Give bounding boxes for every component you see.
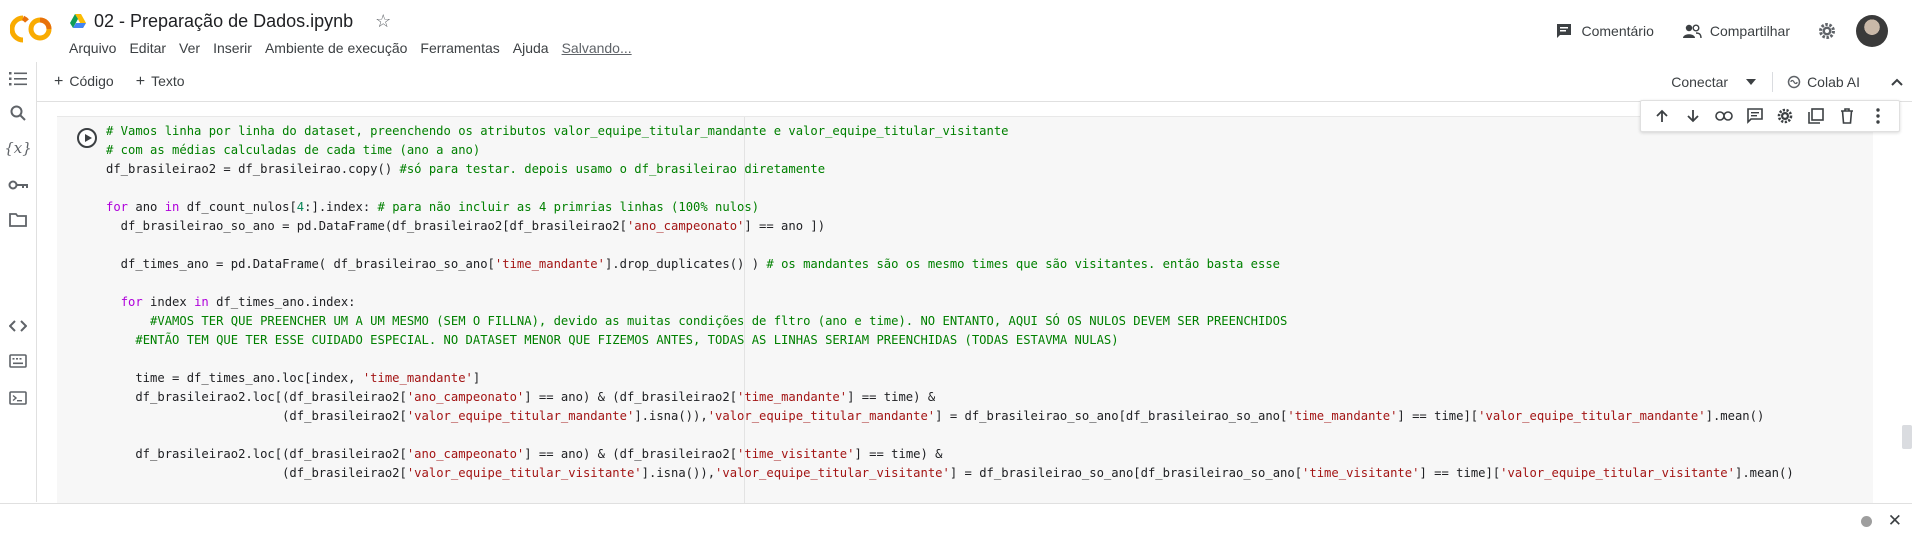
code-line[interactable]: # com as médias calculadas de cada time … [106,141,1794,160]
star-icon[interactable]: ☆ [375,11,391,32]
notebook-body: # Vamos linha por linha do dataset, pree… [37,103,1912,517]
variables-icon[interactable]: {x} [4,138,32,158]
chevron-up-icon[interactable] [1882,73,1912,91]
menu-inserir[interactable]: Inserir [213,38,252,58]
code-line[interactable]: #VAMOS TER QUE PREENCHER UM A UM MESMO (… [106,312,1794,331]
header: 02 - Preparação de Dados.ipynb ☆ Arquivo… [0,0,1912,62]
terminal-icon[interactable] [8,388,28,408]
key-icon[interactable] [8,175,28,195]
doc-title-row: 02 - Preparação de Dados.ipynb ☆ [70,8,391,34]
doc-title[interactable]: 02 - Preparação de Dados.ipynb [94,11,353,32]
plus-icon: + [135,73,146,90]
cell-toolbar [1640,100,1900,132]
left-rail: {x} [0,62,36,502]
people-icon [1682,24,1702,39]
colab-logo[interactable] [10,14,54,44]
code-cell[interactable]: # Vamos linha por linha do dataset, pree… [57,116,1873,517]
code-editor[interactable]: # Vamos linha por linha do dataset, pree… [106,122,1794,483]
code-line[interactable]: (df_brasileirao2['valor_equipe_titular_v… [106,464,1794,483]
colab-ai-icon [1787,75,1801,89]
move-down-icon[interactable] [1683,106,1703,126]
connect-button[interactable]: Conectar [1671,72,1774,92]
folder-icon[interactable] [8,210,28,230]
settings-button[interactable] [1818,22,1836,40]
code-line[interactable] [106,426,1794,445]
code-line[interactable] [106,179,1794,198]
add-text-button[interactable]: + Texto [136,73,185,91]
code-line[interactable]: #ENTÃO TEM QUE TER ESSE CUIDADO ESPECIAL… [106,331,1794,350]
menu-ambiente[interactable]: Ambiente de execução [265,38,407,58]
colab-window: 02 - Preparação de Dados.ipynb ☆ Arquivo… [0,0,1912,537]
notebook-toolbar: + Código + Texto Conectar Colab AI [37,62,1912,102]
google-drive-icon[interactable] [70,14,86,28]
code-line[interactable]: # Vamos linha por linha do dataset, pree… [106,122,1794,141]
saving-status[interactable]: Salvando... [562,38,632,58]
search-icon[interactable] [8,103,28,123]
code-line[interactable]: time = df_times_ano.loc[index, 'time_man… [106,369,1794,388]
status-bar: ✕ [0,503,1912,537]
gear-icon [1819,23,1835,39]
status-indicator [1861,516,1872,527]
colab-ai-label: Colab AI [1807,74,1860,90]
comment-icon [1557,24,1572,38]
link-icon[interactable] [1714,106,1734,126]
mirror-cell-icon[interactable] [1806,106,1826,126]
code-line[interactable]: for ano in df_count_nulos[4:].index: # p… [106,198,1794,217]
code-line[interactable] [106,350,1794,369]
delete-icon[interactable] [1837,106,1857,126]
menu-arquivo[interactable]: Arquivo [69,38,116,58]
avatar[interactable] [1856,15,1888,47]
menu-ferramentas[interactable]: Ferramentas [420,38,499,58]
code-line[interactable]: for index in df_times_ano.index: [106,293,1794,312]
code-line[interactable] [106,236,1794,255]
code-line[interactable] [106,274,1794,293]
connect-label: Conectar [1671,74,1729,90]
move-up-icon[interactable] [1652,106,1672,126]
comment-label: Comentário [1581,23,1654,39]
gear-icon[interactable] [1775,106,1795,126]
add-text-label: Texto [151,73,185,89]
code-line[interactable]: (df_brasileirao2['valor_equipe_titular_m… [106,407,1794,426]
plus-icon: + [54,73,64,90]
share-label: Compartilhar [1709,23,1790,39]
scrollbar-thumb[interactable] [1902,425,1912,449]
code-line[interactable]: df_brasileirao_so_ano = pd.DataFrame(df_… [106,217,1794,236]
code-snippets-icon[interactable] [8,316,28,336]
header-actions: Comentário Compartilhar [1555,14,1912,48]
toolbar-right: Conectar Colab AI [1671,72,1912,92]
close-icon[interactable]: ✕ [1888,511,1902,531]
add-code-label: Código [69,73,114,89]
menu-ver[interactable]: Ver [179,38,200,58]
insert-buttons: + Código + Texto [54,73,185,91]
code-line[interactable]: df_brasileirao2 = df_brasileirao.copy() … [106,160,1794,179]
command-palette-icon[interactable] [8,351,28,371]
run-cell-button[interactable] [77,128,97,148]
more-options-icon[interactable] [1868,106,1888,126]
code-line[interactable]: df_times_ano = pd.DataFrame( df_brasilei… [106,255,1794,274]
menu-editar[interactable]: Editar [129,38,166,58]
table-of-contents-icon[interactable] [8,69,28,89]
code-line[interactable]: df_brasileirao2.loc[(df_brasileirao2['an… [106,388,1794,407]
menubar: Arquivo Editar Ver Inserir Ambiente de e… [69,38,645,58]
chevron-down-icon[interactable] [1746,79,1757,85]
comment-button[interactable]: Comentário [1555,22,1654,40]
add-code-button[interactable]: + Código [54,73,114,91]
code-line[interactable]: df_brasileirao2.loc[(df_brasileirao2['an… [106,445,1794,464]
share-button[interactable]: Compartilhar [1682,23,1790,39]
menu-ajuda[interactable]: Ajuda [513,38,549,58]
play-icon [84,134,92,142]
comment-icon[interactable] [1745,106,1765,126]
colab-ai-button[interactable]: Colab AI [1773,74,1882,90]
